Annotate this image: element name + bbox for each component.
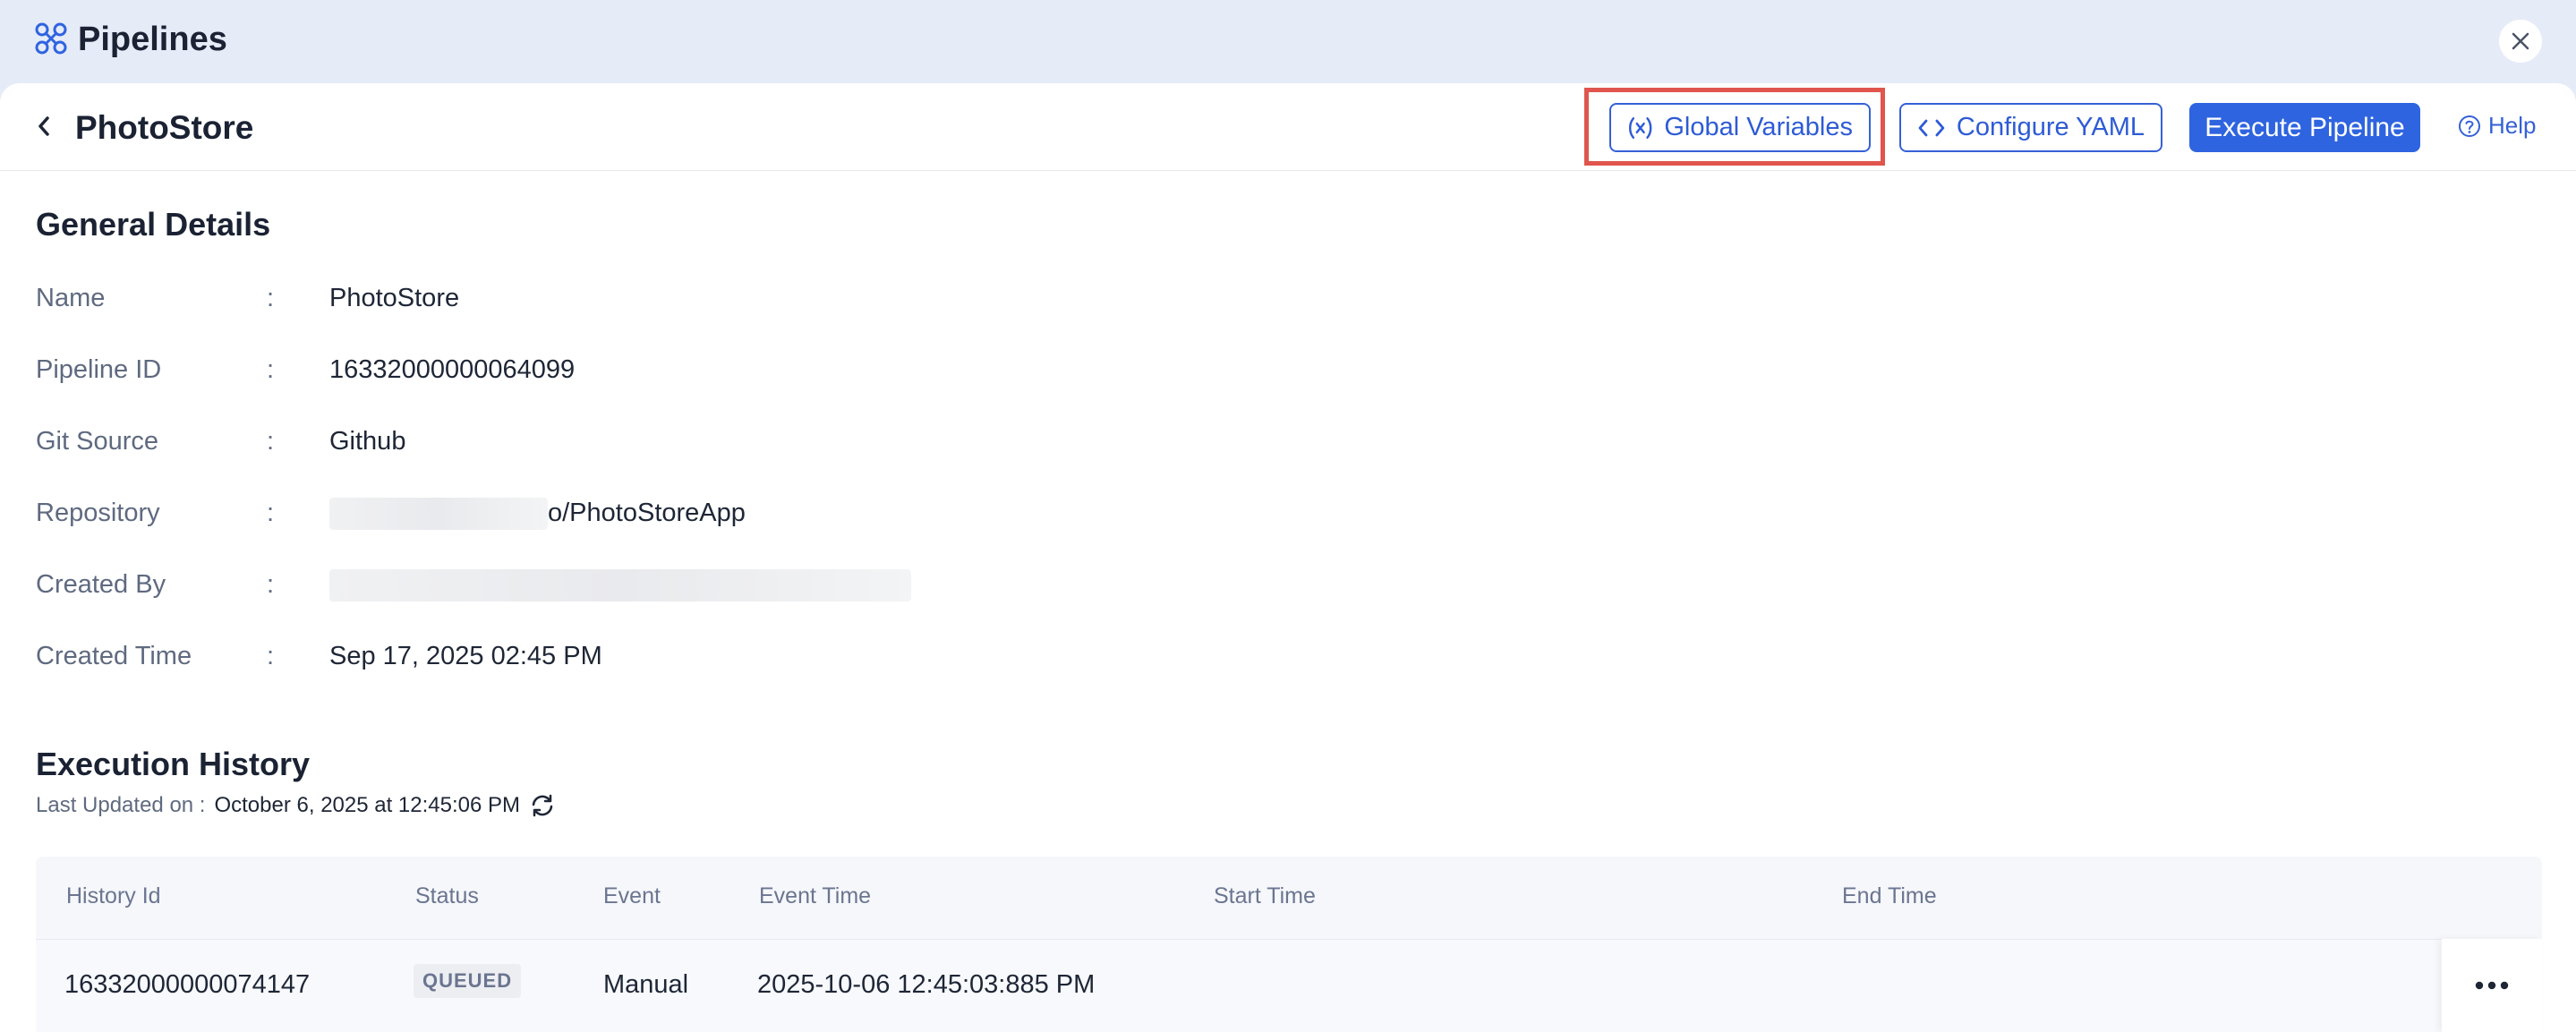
redacted-text: [329, 569, 911, 602]
last-updated: Last Updated on : October 6, 2025 at 12:…: [36, 793, 556, 818]
execution-history-table: History Id Status Event Event Time Start…: [36, 857, 2542, 1032]
detail-value: 16332000000064099: [329, 355, 576, 384]
page-header: PhotoStore Global Variables Configure YA…: [0, 83, 2576, 171]
execution-history-title: Execution History: [36, 746, 311, 782]
configure-yaml-button[interactable]: Configure YAML: [1899, 103, 2162, 152]
table-row[interactable]: 16332000000074147 QUEUED Manual 2025-10-…: [36, 939, 2542, 1032]
detail-label: Repository: [36, 499, 160, 527]
detail-label: Name: [36, 284, 106, 312]
detail-separator: :: [267, 642, 275, 670]
global-variables-label: Global Variables: [1664, 113, 1853, 141]
column-header: Event: [603, 883, 661, 908]
detail-label: Pipeline ID: [36, 355, 162, 384]
app-title: Pipelines: [78, 21, 227, 58]
detail-value-created-by: [329, 567, 911, 602]
redacted-text: [329, 498, 548, 531]
history-id-cell: 16332000000074147: [64, 970, 311, 999]
detail-separator: :: [267, 427, 275, 456]
app-topbar: Pipelines: [0, 0, 2576, 83]
refresh-icon[interactable]: [529, 793, 556, 818]
last-updated-value: October 6, 2025 at 12:45:06 PM: [214, 793, 521, 817]
detail-value: Github: [329, 427, 406, 456]
column-header: Start Time: [1214, 883, 1316, 908]
close-button[interactable]: [2499, 20, 2542, 63]
global-variables-button[interactable]: Global Variables: [1609, 103, 1871, 152]
variable-icon: [1628, 116, 1652, 139]
execute-pipeline-button[interactable]: Execute Pipeline: [2189, 103, 2420, 152]
back-button[interactable]: [30, 110, 57, 142]
column-header: History Id: [66, 883, 161, 908]
help-link[interactable]: Help: [2458, 112, 2536, 140]
detail-separator: :: [267, 499, 275, 527]
detail-value: PhotoStore: [329, 284, 460, 312]
pipelines-icon: [35, 22, 67, 55]
configure-yaml-label: Configure YAML: [1956, 113, 2145, 141]
detail-row-created-time: Created Time : Sep 17, 2025 02:45 PM: [36, 638, 1110, 674]
detail-separator: :: [267, 284, 275, 312]
close-icon: [2512, 32, 2529, 50]
detail-label: Created By: [36, 570, 166, 599]
repository-path: o/PhotoStoreApp: [548, 499, 746, 527]
row-actions-button[interactable]: [2442, 939, 2542, 1032]
detail-value: Sep 17, 2025 02:45 PM: [329, 642, 602, 670]
detail-row-repository: Repository : o/PhotoStoreApp: [36, 495, 1110, 531]
help-label: Help: [2488, 112, 2537, 139]
event-time-cell: 2025-10-06 12:45:03:885 PM: [757, 970, 1096, 999]
detail-separator: :: [267, 570, 275, 599]
detail-row-name: Name : PhotoStore: [36, 280, 1110, 316]
page-title: PhotoStore: [75, 109, 254, 146]
last-updated-label: Last Updated on :: [36, 793, 206, 817]
help-circle-icon: [2459, 115, 2480, 137]
detail-row-git-source: Git Source : Github: [36, 423, 1110, 459]
event-cell: Manual: [603, 970, 689, 999]
pipeline-detail-panel: PhotoStore Global Variables Configure YA…: [0, 83, 2576, 1032]
column-header: Event Time: [759, 883, 872, 908]
more-horizontal-icon: [2475, 981, 2509, 990]
column-header: End Time: [1842, 883, 1937, 908]
table-header: History Id Status Event Event Time Start…: [36, 857, 2542, 939]
detail-label: Created Time: [36, 642, 192, 670]
detail-row-created-by: Created By :: [36, 567, 1110, 602]
detail-separator: :: [267, 355, 275, 384]
detail-row-pipeline-id: Pipeline ID : 16332000000064099: [36, 352, 1110, 388]
chevron-left-icon: [38, 116, 49, 136]
general-details-title: General Details: [36, 206, 271, 243]
detail-value-repository: o/PhotoStoreApp: [329, 495, 746, 531]
column-header: Status: [415, 883, 479, 908]
code-icon: [1918, 119, 1945, 136]
detail-label: Git Source: [36, 427, 158, 456]
status-badge: QUEUED: [414, 964, 522, 998]
